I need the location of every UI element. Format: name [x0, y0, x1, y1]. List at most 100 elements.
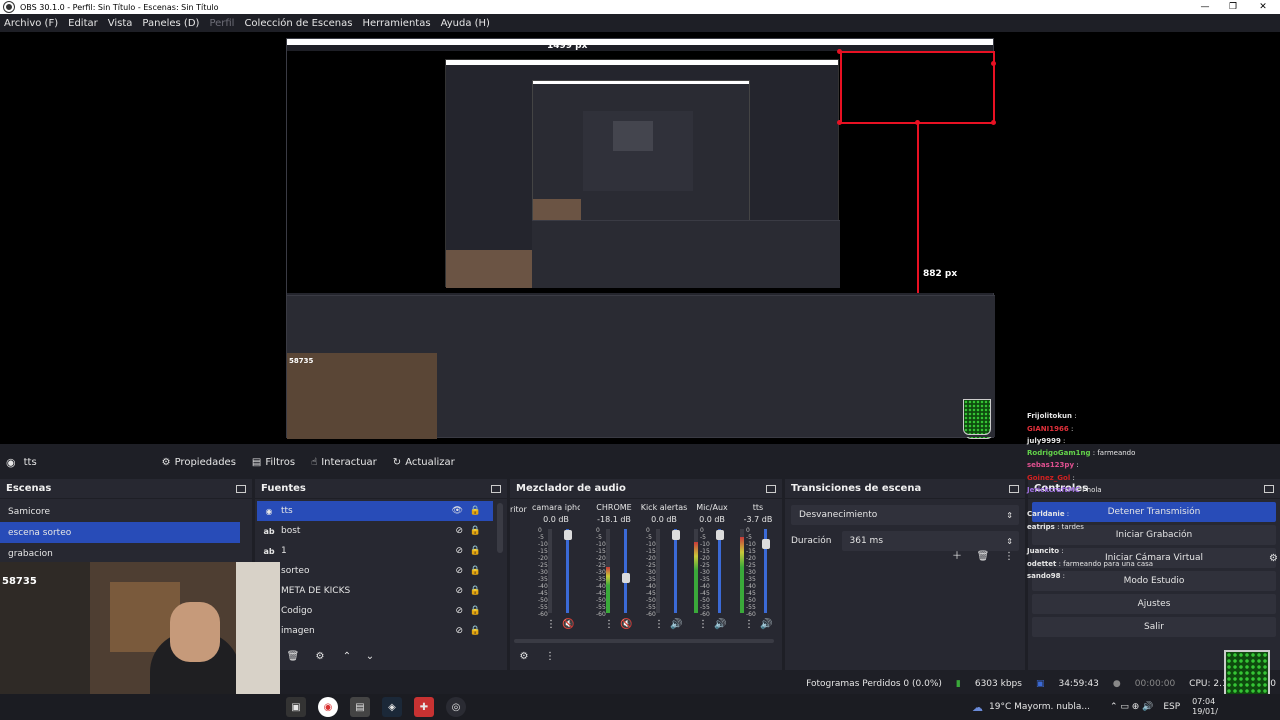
filters-button[interactable]: ▤ Filtros [244, 451, 303, 473]
obs-taskbar-icon[interactable]: ◎ [446, 697, 466, 717]
trash-icon[interactable]: 🗑 [285, 649, 301, 665]
spinner-icon[interactable]: ⇕ [1006, 537, 1013, 546]
sources-scrollbar[interactable] [497, 503, 503, 553]
mixer-settings-icon[interactable]: ⚙ [516, 649, 532, 665]
source-item[interactable]: sorteo ⊘ 🔒 [257, 561, 493, 581]
maximize-button[interactable]: ❐ [1218, 0, 1248, 14]
muted-speaker-icon[interactable]: 🔇 [620, 619, 632, 630]
source-item[interactable]: ◉ tts 👁 🔒 [257, 501, 493, 521]
volume-fader[interactable] [674, 529, 677, 613]
chat-line: sando98 : [1027, 571, 1066, 580]
exit-button[interactable]: Salir [1032, 617, 1276, 637]
eye-hidden-icon[interactable]: ⊘ [455, 526, 463, 536]
popout-icon[interactable] [491, 484, 501, 493]
source-item[interactable]: META DE KICKS ⊘ 🔒 [257, 581, 493, 601]
tray-icons[interactable]: ⌃ ▭ ⊕ 🔊 [1110, 702, 1153, 712]
duration-input[interactable]: 361 ms ⇕ [841, 531, 1019, 551]
close-button[interactable]: ✕ [1248, 0, 1278, 14]
mixer-scrollbar[interactable] [514, 639, 774, 643]
menu-vista[interactable]: Vista [108, 18, 133, 29]
menu-ayuda[interactable]: Ayuda (H) [441, 18, 490, 29]
fader-knob[interactable] [716, 530, 724, 540]
media-icon[interactable]: ▤ [350, 697, 370, 717]
menu-coleccion[interactable]: Colección de Escenas [244, 18, 352, 29]
lock-icon[interactable]: 🔒 [470, 566, 481, 576]
chat-line: Carldanie : [1027, 510, 1070, 519]
menu-paneles[interactable]: Paneles (D) [142, 18, 199, 29]
menu-herramientas[interactable]: Herramientas [362, 18, 430, 29]
source-item[interactable]: imagen ⊘ 🔒 [257, 621, 493, 641]
record-icon: ● [1112, 679, 1121, 689]
lock-icon[interactable]: 🔒 [470, 626, 481, 636]
minimize-button[interactable]: — [1190, 0, 1220, 14]
kebab-menu-icon[interactable]: ⋮ [698, 619, 708, 630]
eye-hidden-icon[interactable]: ⊘ [455, 546, 463, 556]
chrome-icon[interactable]: ◉ [318, 697, 338, 717]
obs-logo-icon [3, 1, 15, 13]
move-up-icon[interactable]: ⌃ [339, 649, 355, 665]
chat-line [1024, 533, 1280, 545]
eye-hidden-icon[interactable]: ⊘ [455, 586, 463, 596]
scene-item[interactable]: grabacion [0, 543, 240, 564]
width-guide-label: 1499 px [547, 41, 588, 51]
move-down-icon[interactable]: ⌄ [362, 649, 378, 665]
eye-hidden-icon[interactable]: ⊘ [455, 626, 463, 636]
popout-icon[interactable] [766, 484, 776, 493]
lock-icon[interactable]: 🔒 [470, 606, 481, 616]
gear-icon[interactable]: ⚙ [312, 649, 328, 665]
trash-icon[interactable]: 🗑 [975, 549, 991, 565]
app-icon[interactable]: ▣ [286, 697, 306, 717]
fader-knob[interactable] [564, 530, 572, 540]
speaker-icon[interactable]: 🔊 [760, 619, 772, 630]
kebab-menu-icon[interactable]: ⋮ [546, 619, 556, 630]
volume-fader[interactable] [566, 529, 569, 613]
scene-item-selected[interactable]: escena sorteo [0, 522, 240, 543]
source-name: 1 [281, 546, 287, 556]
refresh-button[interactable]: ↻ Actualizar [385, 451, 463, 473]
menu-archivo[interactable]: Archivo (F) [4, 18, 58, 29]
scene-item[interactable]: Samicore [0, 501, 240, 522]
sources-dock: Fuentes ◉ tts 👁 🔒 ab bost ⊘ 🔒 ab 1 ⊘ 🔒 s… [255, 479, 507, 670]
eye-hidden-icon[interactable]: ⊘ [455, 566, 463, 576]
preview-canvas[interactable]: 1499 px 882 px 58735 [0, 32, 1280, 444]
status-bar: Fotogramas Perdidos 0 (0.0%) ▮ 6303 kbps… [280, 674, 1280, 694]
transition-select[interactable]: Desvanecimiento ⇕ [791, 505, 1019, 525]
lock-icon[interactable]: 🔒 [470, 506, 481, 516]
volume-fader[interactable] [718, 529, 721, 613]
fader-knob[interactable] [622, 573, 630, 583]
volume-fader[interactable] [624, 529, 627, 613]
clock[interactable]: 07:04 19/01/ [1192, 697, 1218, 717]
properties-button[interactable]: ⚙ Propiedades [154, 451, 244, 473]
add-icon[interactable]: ＋ [949, 549, 965, 565]
kebab-menu-icon[interactable]: ⋮ [654, 619, 664, 630]
interact-button[interactable]: ☝ Interactuar [303, 451, 385, 473]
lock-icon[interactable]: 🔒 [470, 586, 481, 596]
fader-knob[interactable] [762, 539, 770, 549]
source-item[interactable]: ab bost ⊘ 🔒 [257, 521, 493, 541]
lock-icon[interactable]: 🔒 [470, 546, 481, 556]
source-item[interactable]: Codigo ⊘ 🔒 [257, 601, 493, 621]
settings-button[interactable]: Ajustes [1032, 594, 1276, 614]
menu-editar[interactable]: Editar [68, 18, 98, 29]
eye-hidden-icon[interactable]: ⊘ [455, 606, 463, 616]
speaker-icon[interactable]: 🔊 [714, 619, 726, 630]
kebab-menu-icon[interactable]: ⋮ [542, 649, 558, 665]
source-item[interactable]: ab 1 ⊘ 🔒 [257, 541, 493, 561]
db-scale: 0 -5 -10 -15 -20 -25 -30 -35 -40 -45 -50 -55 -60 [700, 527, 710, 618]
language-indicator[interactable]: ESP [1163, 702, 1180, 712]
popout-icon[interactable] [236, 484, 246, 493]
speaker-icon[interactable]: 🔊 [670, 619, 682, 630]
eye-icon[interactable]: 👁 [452, 506, 463, 516]
filters-label: Filtros [265, 456, 296, 468]
kebab-menu-icon[interactable]: ⋮ [1001, 549, 1017, 565]
app-red-icon[interactable]: ✚ [414, 697, 434, 717]
fader-knob[interactable] [672, 530, 680, 540]
refresh-label: Actualizar [405, 456, 455, 468]
chat-line: Frijolitokun : [1027, 412, 1077, 421]
muted-speaker-icon[interactable]: 🔇 [562, 619, 574, 630]
popout-icon[interactable] [1009, 484, 1019, 493]
steam-icon[interactable]: ◈ [382, 697, 402, 717]
kebab-menu-icon[interactable]: ⋮ [604, 619, 614, 630]
lock-icon[interactable]: 🔒 [470, 526, 481, 536]
kebab-menu-icon[interactable]: ⋮ [744, 619, 754, 630]
